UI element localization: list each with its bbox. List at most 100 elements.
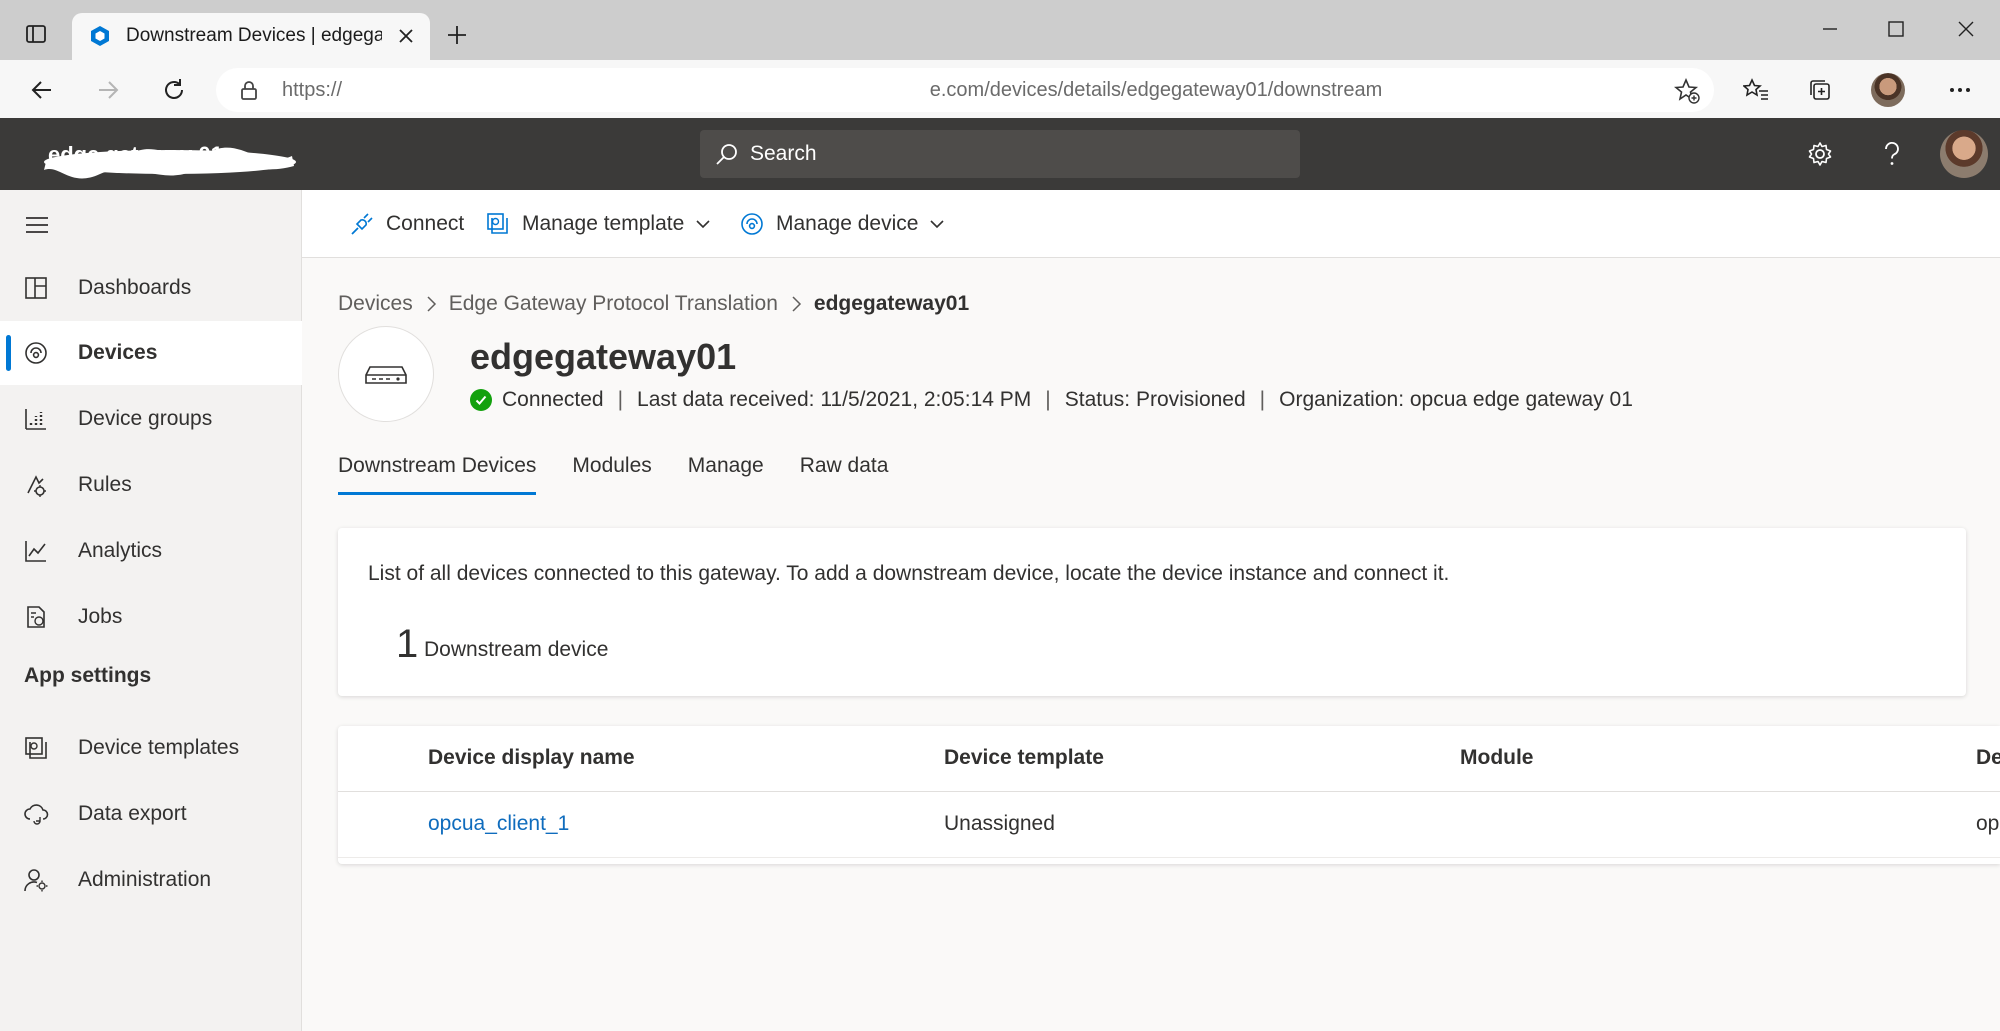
connect-button[interactable]: Connect xyxy=(348,208,464,240)
main-content: Devices Edge Gateway Protocol Translatio… xyxy=(302,258,2000,1031)
table-header: Device display name Device template Modu… xyxy=(338,726,2000,792)
maximize-icon[interactable] xyxy=(1872,10,1920,48)
tab-title: Downstream Devices | edgegateway xyxy=(126,25,382,46)
summary-description: List of all devices connected to this ga… xyxy=(368,562,1450,585)
table-row[interactable]: opcua_client_1 Unassigned op xyxy=(338,792,2000,858)
downstream-count: 1 xyxy=(396,622,419,666)
browser-tabstrip: Downstream Devices | edgegateway xyxy=(0,0,2000,60)
refresh-icon[interactable] xyxy=(154,70,194,110)
url-prefix: https:// xyxy=(282,79,343,101)
sidebar-item-label: Data export xyxy=(78,802,187,825)
truncated-cell: op xyxy=(1976,812,2000,835)
manage-device-label: Manage device xyxy=(776,212,919,235)
sidebar-item-label: Rules xyxy=(78,473,132,496)
search-input[interactable]: Search xyxy=(700,130,1300,178)
sidebar-item-device-templates[interactable]: Device templates xyxy=(0,716,302,780)
tab-actions-icon[interactable] xyxy=(20,18,52,50)
breadcrumb-current: edgegateway01 xyxy=(813,292,970,315)
tab-modules[interactable]: Modules xyxy=(572,454,651,498)
lock-icon[interactable] xyxy=(238,79,260,101)
rules-icon xyxy=(22,471,50,499)
user-avatar[interactable] xyxy=(1940,130,1988,178)
browser-toolbar: https:// e.com/devices/details/edgegatew… xyxy=(0,60,2000,118)
tab-manage[interactable]: Manage xyxy=(688,454,764,498)
page-title: edgegateway01 xyxy=(470,336,737,377)
sidebar-item-devices[interactable]: Devices xyxy=(0,321,302,385)
browser-tab-active[interactable]: Downstream Devices | edgegateway xyxy=(72,13,430,60)
sidebar-item-administration[interactable]: Administration xyxy=(0,848,302,912)
column-header-module[interactable]: Module xyxy=(1460,746,1534,770)
sidebar-item-label: Jobs xyxy=(78,605,123,628)
downstream-summary-card: List of all devices connected to this ga… xyxy=(338,528,1966,696)
sidebar-item-label: Device groups xyxy=(78,407,213,430)
sidebar-item-device-groups[interactable]: Device groups xyxy=(0,387,302,451)
device-template-icon xyxy=(484,210,512,238)
chevron-down-icon xyxy=(694,215,712,233)
back-icon[interactable] xyxy=(22,70,62,110)
plug-icon xyxy=(348,210,376,238)
provisioning-status: Status: Provisioned xyxy=(1064,388,1246,411)
collections-icon[interactable] xyxy=(1800,70,1840,110)
redaction-scribble xyxy=(44,147,296,179)
sidebar-item-data-export[interactable]: Data export xyxy=(0,782,302,846)
tab-downstream-devices[interactable]: Downstream Devices xyxy=(338,454,537,498)
breadcrumb: Devices Edge Gateway Protocol Translatio… xyxy=(338,292,969,316)
device-icon xyxy=(738,210,766,238)
jobs-icon xyxy=(22,603,50,631)
window-close-icon[interactable] xyxy=(1942,10,1990,48)
app-settings-heading: App settings xyxy=(24,664,152,687)
analytics-icon xyxy=(22,537,50,565)
favorites-icon[interactable] xyxy=(1736,70,1776,110)
breadcrumb-template[interactable]: Edge Gateway Protocol Translation xyxy=(449,292,778,316)
forward-icon[interactable] xyxy=(88,70,128,110)
sidebar-item-dashboards[interactable]: Dashboards xyxy=(0,256,302,320)
help-icon[interactable] xyxy=(1872,134,1912,174)
app-header: edge gateway 01 Search xyxy=(0,118,2000,190)
search-placeholder: Search xyxy=(750,142,817,165)
device-template-cell: Unassigned xyxy=(944,812,1055,835)
search-icon xyxy=(712,139,742,169)
devices-icon xyxy=(22,339,50,367)
connection-status: Connected xyxy=(502,388,604,411)
sidebar-item-rules[interactable]: Rules xyxy=(0,453,302,517)
separator: | xyxy=(617,388,624,411)
sidebar-item-label: Analytics xyxy=(78,539,163,562)
organization: Organization: opcua edge gateway 01 xyxy=(1279,388,1633,411)
address-bar[interactable]: https:// e.com/devices/details/edgegatew… xyxy=(216,68,1714,112)
device-groups-icon xyxy=(22,405,50,433)
last-data-received: Last data received: 11/5/2021, 2:05:14 P… xyxy=(637,388,1032,411)
device-tabs: Downstream Devices Modules Manage Raw da… xyxy=(338,454,924,498)
column-header-truncated[interactable]: De xyxy=(1976,746,2000,770)
tab-raw-data[interactable]: Raw data xyxy=(800,454,889,498)
sidebar-item-label: Devices xyxy=(78,341,158,364)
manage-device-button[interactable]: Manage device xyxy=(738,208,946,240)
add-favorite-icon[interactable] xyxy=(1673,77,1700,104)
gateway-device-icon xyxy=(338,326,434,422)
connected-check-icon xyxy=(470,389,492,411)
downstream-count-label: Downstream device xyxy=(424,638,609,661)
manage-template-label: Manage template xyxy=(522,212,685,235)
column-header-device-template[interactable]: Device template xyxy=(944,746,1104,770)
connect-label: Connect xyxy=(386,212,465,235)
device-name-link[interactable]: opcua_client_1 xyxy=(428,812,569,836)
data-export-icon xyxy=(22,800,50,828)
profile-avatar-icon[interactable] xyxy=(1868,70,1908,110)
column-header-display-name[interactable]: Device display name xyxy=(428,746,635,770)
url-text: e.com/devices/details/edgegateway01/down… xyxy=(929,79,1383,101)
more-options-icon[interactable] xyxy=(1940,70,1980,110)
chevron-right-icon xyxy=(419,292,443,316)
settings-gear-icon[interactable] xyxy=(1800,134,1840,174)
administration-icon xyxy=(22,866,50,894)
sidebar-item-label: Device templates xyxy=(78,736,240,759)
manage-template-button[interactable]: Manage template xyxy=(484,208,712,240)
new-tab-icon[interactable] xyxy=(440,18,474,52)
minimize-icon[interactable] xyxy=(1806,10,1854,48)
sidebar-item-label: Dashboards xyxy=(78,276,192,299)
sidebar-item-analytics[interactable]: Analytics xyxy=(0,519,302,583)
command-bar: Connect Manage template Manage device xyxy=(302,190,2000,258)
tab-close-icon[interactable] xyxy=(394,24,418,48)
sidebar-item-jobs[interactable]: Jobs xyxy=(0,585,302,649)
sidebar-item-label: Administration xyxy=(78,868,212,891)
hamburger-menu-icon[interactable] xyxy=(22,210,52,240)
breadcrumb-devices[interactable]: Devices xyxy=(338,292,413,316)
